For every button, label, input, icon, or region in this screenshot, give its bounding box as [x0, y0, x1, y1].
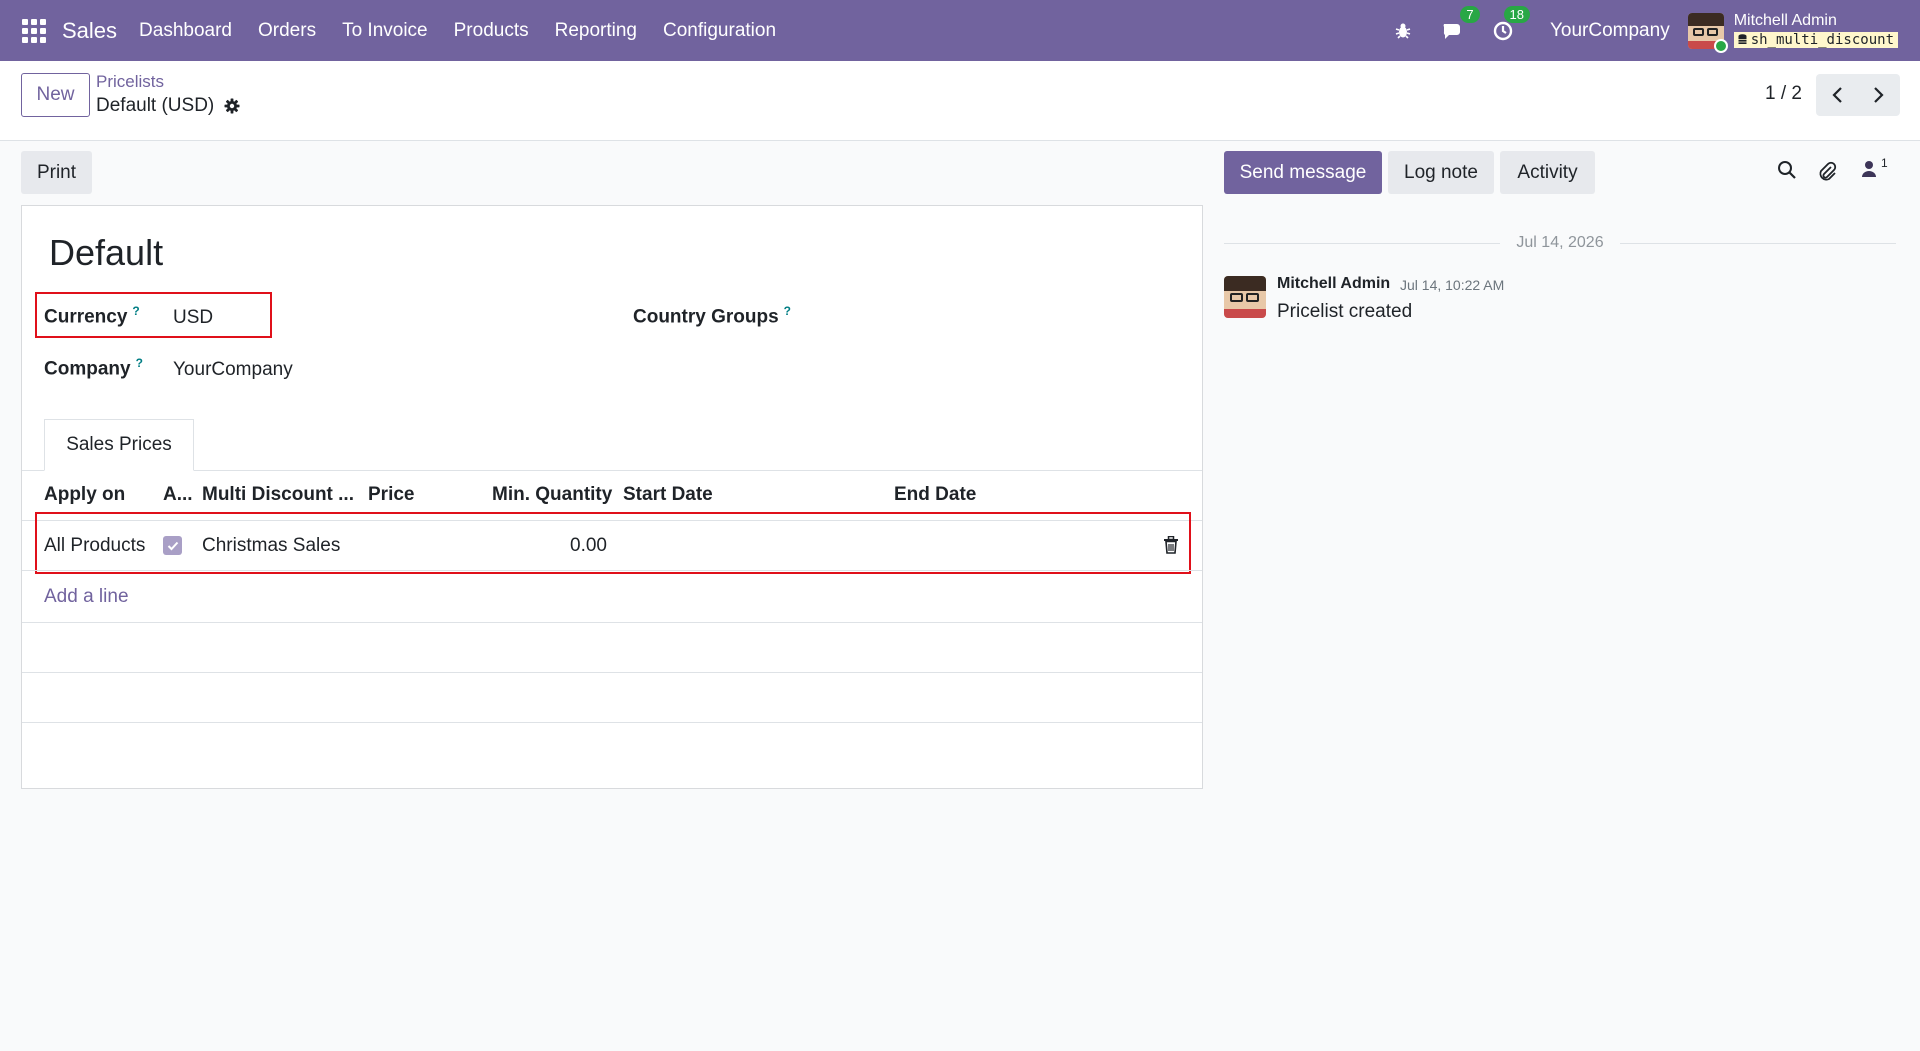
form-sheet: Default Currency? USD Company? YourCompa… — [21, 205, 1203, 789]
column-active[interactable]: A... — [163, 484, 193, 506]
company-switcher[interactable]: YourCompany — [1550, 20, 1670, 42]
column-price[interactable]: Price — [368, 484, 414, 506]
row-active-checkbox[interactable] — [163, 536, 182, 555]
activities-badge: 18 — [1503, 5, 1530, 23]
control-panel: New Pricelists Default (USD) 1 / 2 — [0, 61, 1920, 141]
messages-badge: 7 — [1459, 5, 1480, 23]
app-brand[interactable]: Sales — [62, 18, 117, 44]
breadcrumb-current: Default (USD) — [96, 95, 240, 117]
menu-products[interactable]: Products — [454, 20, 529, 42]
column-multi-discount[interactable]: Multi Discount ... — [202, 484, 354, 506]
systray: 7 18 YourCompany Mitchell Admin sh_multi… — [1366, 0, 1898, 61]
pager-value[interactable]: 1 / 2 — [1765, 83, 1802, 105]
company-help-icon[interactable]: ? — [136, 356, 143, 370]
row-divider — [22, 570, 1202, 571]
user-avatar[interactable] — [1687, 12, 1728, 53]
message-body: Pricelist created — [1277, 301, 1413, 322]
row-divider — [22, 672, 1202, 673]
gear-icon[interactable] — [224, 98, 240, 114]
company-field[interactable]: YourCompany — [173, 359, 293, 381]
user-menu[interactable]: Mitchell Admin sh_multi_discount — [1733, 11, 1898, 49]
print-button[interactable]: Print — [21, 151, 92, 194]
row-min-quantity[interactable]: 0.00 — [570, 535, 607, 557]
date-separator-label: Jul 14, 2026 — [1516, 234, 1604, 251]
add-line-link[interactable]: Add a line — [44, 586, 129, 608]
search-icon[interactable] — [1777, 160, 1797, 186]
trash-icon[interactable] — [1163, 535, 1179, 560]
column-min-quantity[interactable]: Min. Quantity — [492, 484, 612, 506]
tab-sales-prices[interactable]: Sales Prices — [44, 419, 194, 471]
country-groups-help-icon[interactable]: ? — [784, 304, 791, 318]
user-name: Mitchell Admin — [1733, 11, 1837, 29]
followers-count: 1 — [1881, 156, 1888, 170]
row-multi-discount[interactable]: Christmas Sales — [202, 535, 340, 557]
menu-to-invoice[interactable]: To Invoice — [342, 20, 428, 42]
new-button[interactable]: New — [21, 73, 90, 117]
activity-clock-icon[interactable]: 18 — [1490, 5, 1530, 44]
menu-reporting[interactable]: Reporting — [555, 20, 637, 42]
message-author-avatar[interactable] — [1224, 276, 1266, 318]
paperclip-icon[interactable] — [1817, 160, 1837, 188]
breadcrumb-current-label: Default (USD) — [96, 95, 215, 116]
log-note-button[interactable]: Log note — [1388, 151, 1494, 194]
country-groups-label: Country Groups? — [633, 304, 792, 328]
chevron-right-icon — [1874, 87, 1884, 103]
followers-icon[interactable] — [1861, 160, 1877, 184]
tab-divider — [22, 470, 1202, 471]
chevron-left-icon — [1832, 87, 1842, 103]
date-separator: Jul 14, 2026 — [1224, 232, 1896, 254]
currency-help-icon[interactable]: ? — [132, 304, 139, 318]
menu-configuration[interactable]: Configuration — [663, 20, 776, 42]
send-message-button[interactable]: Send message — [1224, 151, 1382, 194]
menu-orders[interactable]: Orders — [258, 20, 316, 42]
activity-button[interactable]: Activity — [1500, 151, 1595, 194]
row-divider — [22, 622, 1202, 623]
pager-previous-button[interactable] — [1816, 74, 1858, 116]
online-status-dot — [1713, 38, 1728, 53]
debug-bug-icon[interactable] — [1390, 18, 1416, 44]
row-apply-on[interactable]: All Products — [44, 535, 145, 557]
currency-field[interactable]: USD — [173, 307, 213, 329]
checkmark-icon — [167, 541, 178, 550]
database-name: sh_multi_discount — [1750, 31, 1894, 48]
record-title[interactable]: Default — [49, 232, 163, 274]
app-grid-icon[interactable] — [22, 18, 46, 43]
currency-label: Currency? — [44, 304, 140, 328]
company-label: Company? — [44, 356, 143, 380]
breadcrumb-pricelists[interactable]: Pricelists — [96, 72, 164, 92]
database-badge: sh_multi_discount — [1733, 31, 1898, 49]
menu-dashboard[interactable]: Dashboard — [139, 20, 232, 42]
column-end-date[interactable]: End Date — [894, 484, 976, 506]
message-author[interactable]: Mitchell Admin — [1277, 275, 1390, 293]
row-divider — [22, 722, 1202, 723]
messages-chat-icon[interactable]: 7 — [1440, 5, 1480, 44]
database-icon — [1738, 34, 1747, 44]
pager-next-button[interactable] — [1858, 74, 1900, 116]
top-navbar: Sales Dashboard Orders To Invoice Produc… — [0, 0, 1920, 61]
column-start-date[interactable]: Start Date — [623, 484, 713, 506]
message-date: Jul 14, 10:22 AM — [1400, 277, 1505, 293]
column-apply-on[interactable]: Apply on — [44, 484, 125, 506]
